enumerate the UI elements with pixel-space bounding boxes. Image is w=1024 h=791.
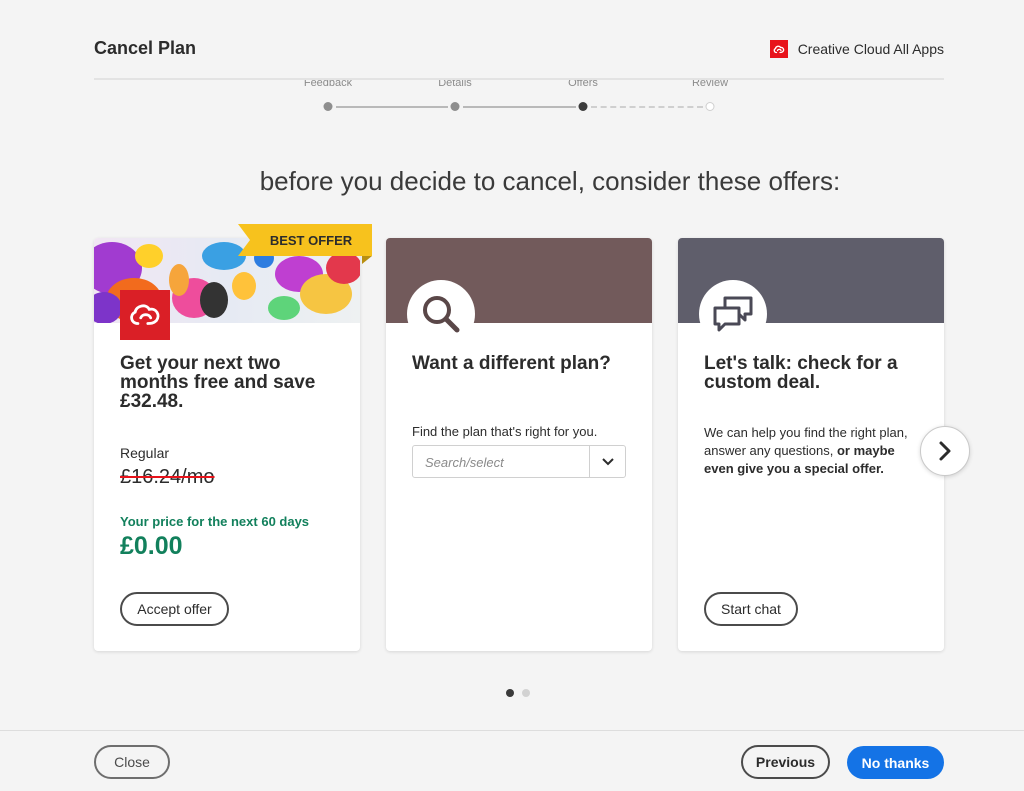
creative-cloud-app-icon xyxy=(120,290,170,340)
step-dot-feedback xyxy=(323,102,333,111)
creative-cloud-icon xyxy=(769,40,788,58)
previous-button[interactable]: Previous xyxy=(741,745,830,779)
step-dot-review xyxy=(705,102,715,111)
step-connector xyxy=(463,105,576,108)
step-label-details: Details xyxy=(438,80,472,89)
chevron-right-icon xyxy=(939,441,951,461)
step-dot-details xyxy=(450,102,460,111)
offer-card: Get your next two months free and save £… xyxy=(94,238,360,651)
step-dot-offers xyxy=(578,102,588,111)
chat-icon-circle xyxy=(699,280,767,348)
accept-offer-button[interactable]: Accept offer xyxy=(120,592,229,626)
product-name: Creative Cloud All Apps xyxy=(797,41,944,57)
start-chat-button[interactable]: Start chat xyxy=(704,592,798,626)
offers-headline: before you decide to cancel, consider th… xyxy=(259,166,841,196)
different-plan-card: Want a different plan? Find the plan tha… xyxy=(386,238,652,651)
step-connector-dashed xyxy=(591,105,703,108)
modal-header: Cancel Plan Creative Cloud All Apps xyxy=(94,0,944,80)
search-icon xyxy=(423,296,460,333)
promo-price-label: Your price for the next 60 days xyxy=(120,514,310,529)
regular-price: £16.24/mo xyxy=(120,466,215,488)
custom-deal-card: Let's talk: check for a custom deal. We … xyxy=(678,238,944,651)
offer-title: Get your next two months free and save £… xyxy=(120,353,316,412)
plan-select[interactable]: Search/select xyxy=(412,445,626,478)
chevron-down-icon[interactable] xyxy=(589,446,625,477)
custom-deal-description: We can help you find the right plan, ans… xyxy=(704,424,926,478)
custom-deal-title: Let's talk: check for a custom deal. xyxy=(704,353,898,393)
page-title: Cancel Plan xyxy=(94,38,197,58)
different-plan-title: Want a different plan? xyxy=(412,353,611,374)
no-thanks-button[interactable]: No thanks xyxy=(847,746,944,779)
progress-stepper: Feedback Details Offers Review xyxy=(300,80,728,116)
modal-footer: Close Previous No thanks xyxy=(0,730,1024,791)
promo-price: £0.00 xyxy=(120,532,183,560)
step-label-feedback: Feedback xyxy=(303,80,353,89)
carousel-dot-2[interactable] xyxy=(522,689,530,697)
close-button[interactable]: Close xyxy=(94,745,170,779)
product-label: Creative Cloud All Apps xyxy=(769,40,944,58)
carousel-next-button[interactable] xyxy=(920,426,970,476)
carousel-dot-1[interactable] xyxy=(506,689,514,697)
step-label-offers: Offers xyxy=(568,80,598,89)
carousel-pagination xyxy=(506,689,530,697)
step-connector xyxy=(336,105,448,108)
plan-select-placeholder: Search/select xyxy=(425,455,504,470)
find-plan-label: Find the plan that's right for you. xyxy=(412,424,598,439)
best-offer-badge: BEST OFFER xyxy=(238,224,372,264)
chat-icon xyxy=(713,296,753,332)
regular-price-label: Regular xyxy=(120,445,170,461)
step-label-review: Review xyxy=(691,80,729,89)
search-icon-circle xyxy=(407,280,475,348)
